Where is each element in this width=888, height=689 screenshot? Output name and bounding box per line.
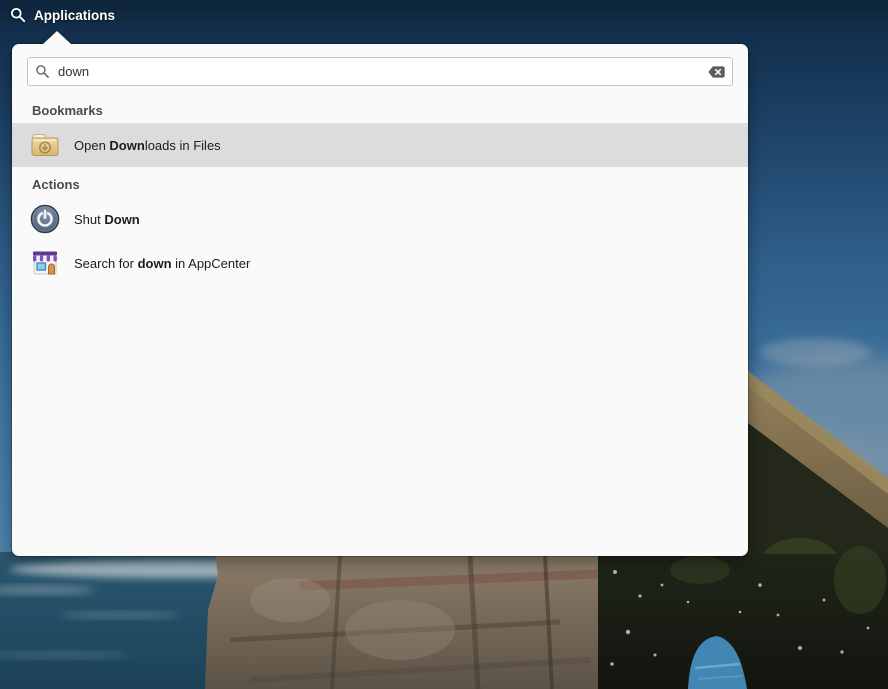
clear-icon[interactable]: [708, 66, 725, 78]
result-label-post: loads in Files: [145, 138, 221, 153]
system-shutdown-icon: [29, 203, 61, 235]
top-panel: Applications: [0, 0, 888, 30]
action-label-match: down: [138, 256, 172, 271]
result-label: Open Downloads in Files: [74, 138, 221, 153]
action-search-appcenter[interactable]: Search for down in AppCenter: [12, 241, 748, 285]
popover-tail: [43, 31, 71, 44]
action-label-pre: Search for: [74, 256, 138, 271]
action-label-pre: Shut: [74, 212, 104, 227]
folder-download-icon: [29, 129, 61, 161]
section-header-actions: Actions: [12, 177, 748, 192]
applications-popover: Bookmarks Open Downloads in Files Action…: [12, 44, 748, 556]
action-label-post: in AppCenter: [172, 256, 251, 271]
result-label-pre: Open: [74, 138, 109, 153]
wallpaper-cliff-middle: [205, 554, 620, 689]
search-input[interactable]: [27, 57, 733, 86]
applications-menu-button[interactable]: Applications: [10, 7, 115, 23]
result-label-match: Down: [109, 138, 144, 153]
action-label: Search for down in AppCenter: [74, 256, 250, 271]
search-icon: [35, 64, 50, 79]
result-open-downloads[interactable]: Open Downloads in Files: [12, 123, 748, 167]
applications-label: Applications: [34, 8, 115, 23]
section-header-bookmarks: Bookmarks: [12, 103, 748, 118]
search-icon: [10, 7, 26, 23]
action-label: Shut Down: [74, 212, 140, 227]
action-shut-down[interactable]: Shut Down: [12, 197, 748, 241]
action-label-match: Down: [104, 212, 139, 227]
search-field[interactable]: [27, 57, 733, 86]
appcenter-icon: [29, 247, 61, 279]
wallpaper-cliff-dark: [598, 546, 888, 689]
